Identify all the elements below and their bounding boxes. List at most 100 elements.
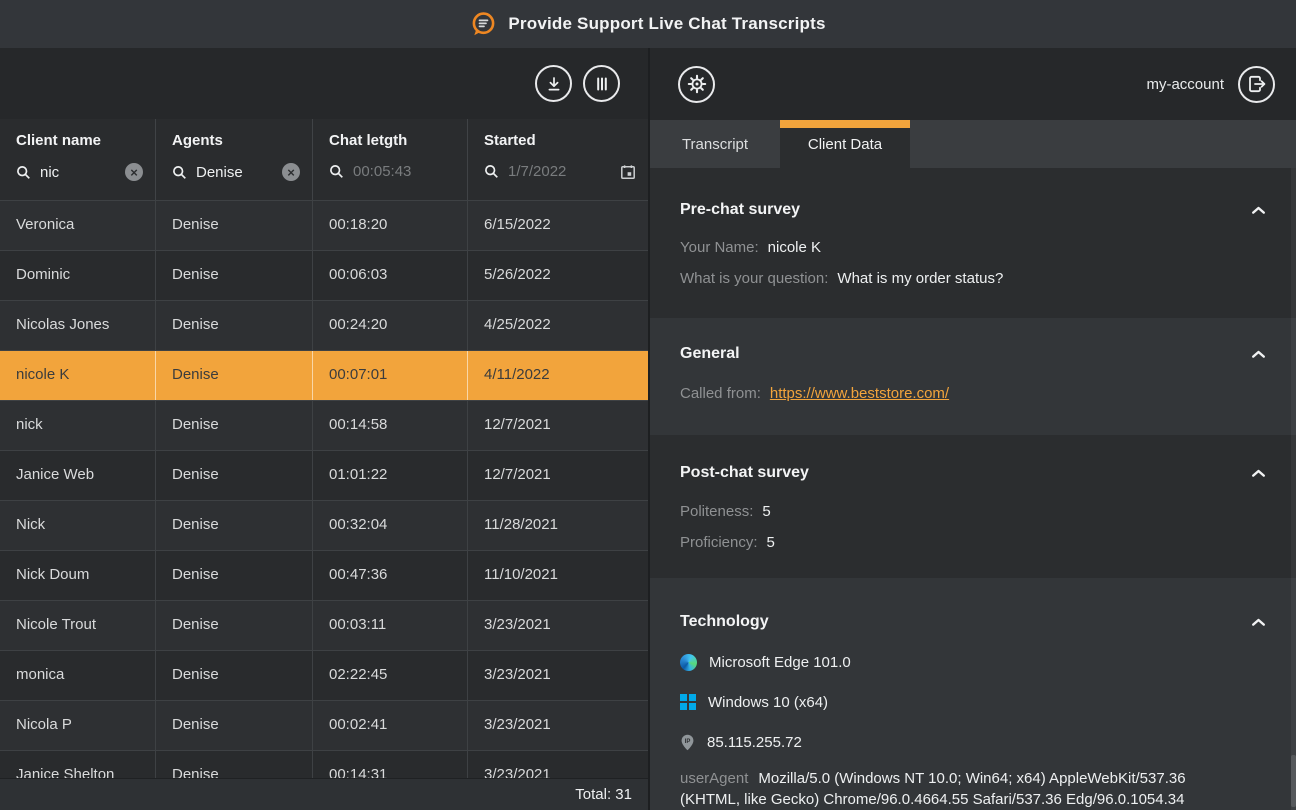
download-button[interactable] — [535, 65, 572, 102]
column-client-name: Client name × — [0, 119, 155, 200]
columns-button[interactable] — [583, 65, 620, 102]
user-agent: userAgentMozilla/5.0 (Windows NT 10.0; W… — [680, 768, 1210, 810]
transcripts-toolbar — [0, 48, 648, 119]
logout-button[interactable] — [1238, 66, 1275, 103]
clear-filter-button[interactable]: × — [125, 163, 143, 181]
chevron-up-icon — [1251, 347, 1266, 362]
scrollbar-track[interactable] — [1291, 168, 1296, 810]
table-row[interactable]: Janice Web Denise 01:01:22 12/7/2021 — [0, 450, 648, 500]
cell-chat-length: 00:06:03 — [312, 251, 467, 300]
cell-agent: Denise — [155, 651, 312, 700]
ip-text: 85.115.255.72 — [707, 734, 802, 751]
section-technology: Technology Microsoft Edge 101.0 — [650, 578, 1296, 810]
table-row[interactable]: monica Denise 02:22:45 3/23/2021 — [0, 650, 648, 700]
table-row[interactable]: nick Denise 00:14:58 12/7/2021 — [0, 400, 648, 450]
cell-client-name: Veronica — [0, 201, 155, 250]
section-title: Pre-chat survey — [680, 200, 1266, 220]
cell-client-name: Nicolas Jones — [0, 301, 155, 350]
chat-length-filter-input[interactable] — [353, 163, 455, 180]
transcripts-table-body: Veronica Denise 00:18:20 6/15/2022 Domin… — [0, 200, 648, 810]
cell-chat-length: 00:02:41 — [312, 701, 467, 750]
column-header-label: Started — [484, 132, 636, 149]
cell-started: 4/25/2022 — [467, 301, 648, 350]
cell-client-name: Nick — [0, 501, 155, 550]
table-row[interactable]: Nicolas Jones Denise 00:24:20 4/25/2022 — [0, 300, 648, 350]
table-header: Client name × Agents — [0, 119, 648, 200]
cell-client-name: monica — [0, 651, 155, 700]
field-row: Proficiency: 5 — [680, 527, 1266, 558]
table-row[interactable]: Nick Doum Denise 00:47:36 11/10/2021 — [0, 550, 648, 600]
os-text: Windows 10 (x64) — [708, 694, 828, 711]
cell-started: 4/11/2022 — [467, 351, 648, 400]
cell-started: 12/7/2021 — [467, 451, 648, 500]
calendar-icon[interactable] — [620, 164, 636, 180]
cell-chat-length: 01:01:22 — [312, 451, 467, 500]
cell-client-name: nicole K — [0, 351, 155, 400]
cell-started: 3/23/2021 — [467, 651, 648, 700]
cell-agent: Denise — [155, 401, 312, 450]
scrollbar-thumb[interactable] — [1291, 755, 1296, 807]
section-general: General Called from: https://www.beststo… — [650, 318, 1296, 435]
cell-chat-length: 00:14:58 — [312, 401, 467, 450]
field-label: Called from: — [680, 385, 761, 402]
field-row: What is your question: What is my order … — [680, 263, 1266, 294]
clear-filter-button[interactable]: × — [282, 163, 300, 181]
section-post-chat-survey: Post-chat survey Politeness: 5 Proficien… — [650, 435, 1296, 578]
table-row[interactable]: Dominic Denise 00:06:03 5/26/2022 — [0, 250, 648, 300]
transcripts-list-panel: Client name × Agents — [0, 48, 648, 810]
table-footer: Total: 31 — [0, 778, 648, 810]
collapse-section-button[interactable] — [1247, 202, 1270, 219]
app-title: Provide Support Live Chat Transcripts — [508, 14, 825, 34]
cell-started: 11/10/2021 — [467, 551, 648, 600]
cell-chat-length: 02:22:45 — [312, 651, 467, 700]
cell-agent: Denise — [155, 351, 312, 400]
cell-agent: Denise — [155, 501, 312, 550]
cell-started: 3/23/2021 — [467, 601, 648, 650]
cell-client-name: Nick Doum — [0, 551, 155, 600]
cell-client-name: nick — [0, 401, 155, 450]
search-icon — [329, 164, 344, 179]
started-filter — [484, 163, 636, 180]
user-agent-value: Mozilla/5.0 (Windows NT 10.0; Win64; x64… — [680, 770, 1186, 808]
table-row-selected[interactable]: nicole K Denise 00:07:01 4/11/2022 — [0, 350, 648, 400]
field-value: nicole K — [768, 239, 821, 256]
client-name-filter-input[interactable] — [40, 164, 116, 181]
field-label: What is your question: — [680, 270, 828, 287]
collapse-section-button[interactable] — [1247, 346, 1270, 363]
client-name-filter: × — [16, 163, 143, 181]
total-count: Total: 31 — [575, 786, 632, 803]
chevron-up-icon — [1251, 203, 1266, 218]
cell-client-name: Nicola P — [0, 701, 155, 750]
svg-text:IP: IP — [685, 738, 691, 744]
started-filter-input[interactable] — [508, 163, 611, 180]
ip-location-icon: IP — [680, 734, 695, 751]
collapse-section-button[interactable] — [1247, 465, 1270, 482]
collapse-section-button[interactable] — [1247, 614, 1270, 631]
field-label: Your Name: — [680, 239, 759, 256]
cell-started: 5/26/2022 — [467, 251, 648, 300]
search-icon — [16, 165, 31, 180]
detail-tabs: Transcript Client Data — [650, 120, 1296, 168]
table-row[interactable]: Nick Denise 00:32:04 11/28/2021 — [0, 500, 648, 550]
table-row[interactable]: Veronica Denise 00:18:20 6/15/2022 — [0, 200, 648, 250]
cell-agent: Denise — [155, 251, 312, 300]
cell-started: 3/23/2021 — [467, 701, 648, 750]
tab-transcript[interactable]: Transcript — [650, 120, 780, 168]
table-row[interactable]: Nicola P Denise 00:02:41 3/23/2021 — [0, 700, 648, 750]
called-from-link[interactable]: https://www.beststore.com/ — [770, 385, 949, 402]
field-row: Your Name: nicole K — [680, 232, 1266, 263]
search-icon — [172, 165, 187, 180]
agents-filter-input[interactable] — [196, 164, 273, 181]
cell-client-name: Dominic — [0, 251, 155, 300]
cell-chat-length: 00:03:11 — [312, 601, 467, 650]
gear-icon — [686, 73, 708, 95]
column-chat-length: Chat letgth — [312, 119, 467, 200]
chat-length-filter — [329, 163, 455, 180]
field-label: Proficiency: — [680, 534, 758, 551]
columns-icon — [593, 75, 611, 93]
settings-button[interactable] — [678, 66, 715, 103]
table-row[interactable]: Nicole Trout Denise 00:03:11 3/23/2021 — [0, 600, 648, 650]
cell-agent: Denise — [155, 551, 312, 600]
detail-toolbar: my-account — [650, 48, 1296, 120]
tab-client-data[interactable]: Client Data — [780, 120, 910, 168]
